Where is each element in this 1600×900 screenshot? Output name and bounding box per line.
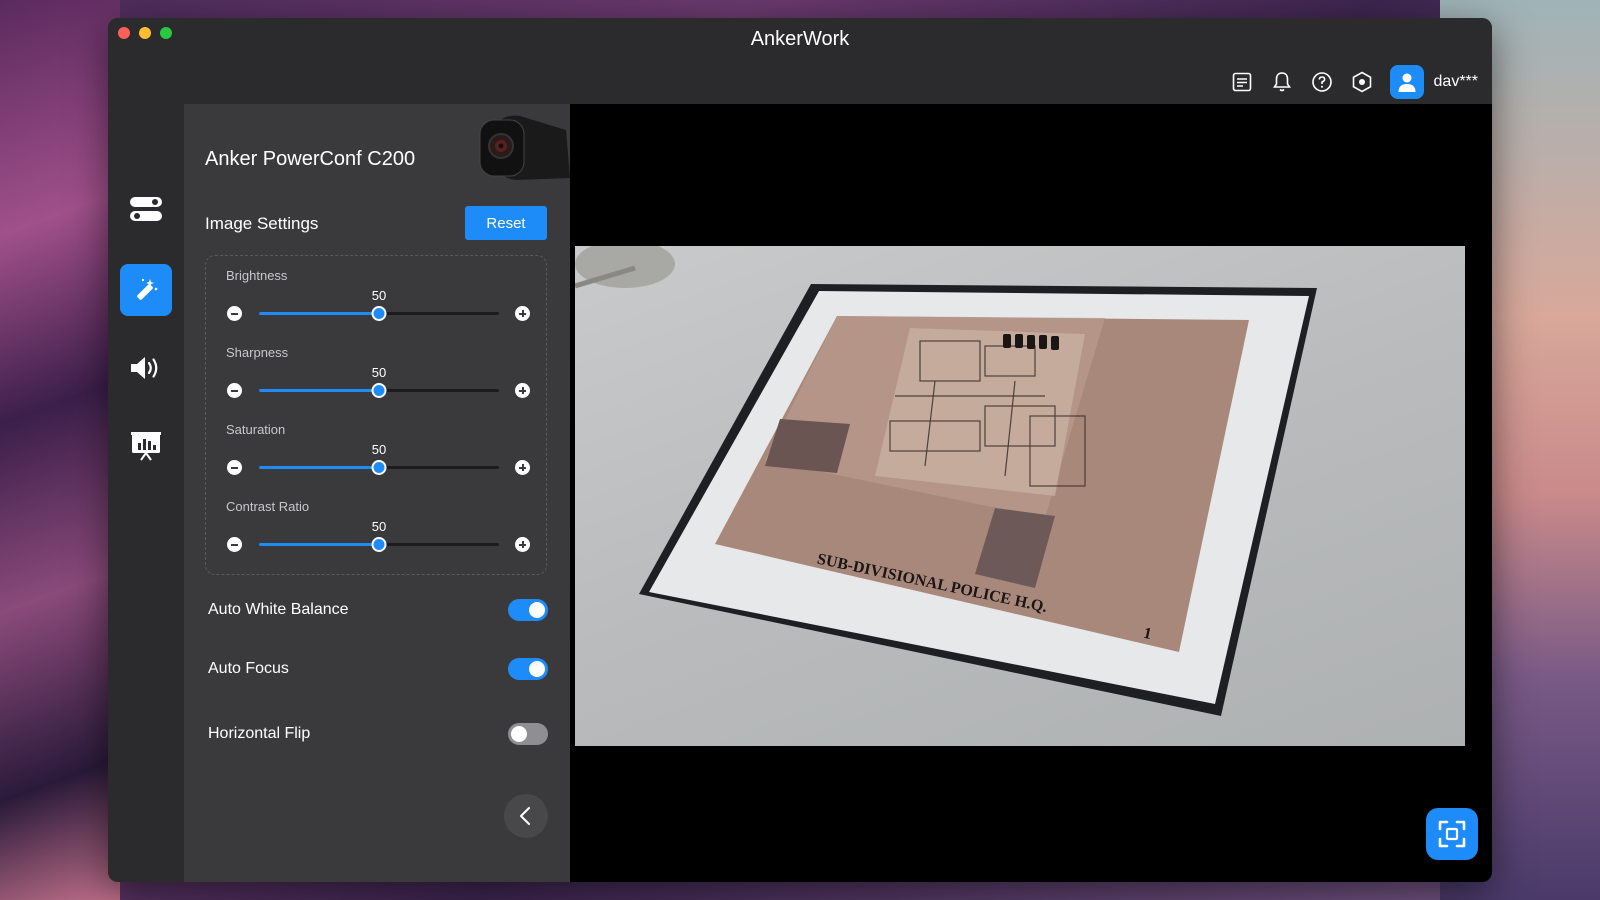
saturation-slider[interactable] (259, 460, 499, 475)
fullscreen-icon (1438, 820, 1466, 848)
slider-label: Saturation (226, 422, 286, 437)
decrease-button[interactable] (227, 537, 242, 552)
help-icon[interactable] (1310, 70, 1334, 94)
increase-button[interactable] (515, 537, 530, 552)
decrease-button[interactable] (227, 383, 242, 398)
speaker-icon (131, 357, 158, 379)
desktop-wallpaper-left (0, 0, 120, 900)
slider-thumb[interactable] (371, 306, 387, 321)
toggles-icon (130, 197, 162, 221)
reset-button[interactable]: Reset (465, 206, 547, 240)
slider-fill (259, 543, 379, 546)
user-avatar[interactable] (1389, 65, 1424, 99)
title-bar: AnkerWork dav*** (108, 18, 1492, 104)
slider-row-sharpness: Sharpness 50 (206, 333, 546, 408)
increase-button[interactable] (515, 306, 530, 321)
toggle-label: Auto Focus (208, 660, 289, 677)
auto-white-balance-toggle[interactable] (508, 599, 548, 621)
framed-floor-plan-image: SUB-DIVISIONAL POLICE H.Q. 1 (575, 246, 1317, 716)
toggle-row-horizontal-flip: Horizontal Flip (208, 721, 548, 751)
increase-button[interactable] (515, 460, 530, 475)
slider-fill (259, 389, 379, 392)
rail-item-presentation[interactable] (120, 420, 172, 472)
bell-icon[interactable] (1270, 70, 1294, 94)
nav-rail (108, 104, 184, 882)
settings-panel: Anker PowerConf C200 Image Settings Rese… (184, 104, 570, 882)
chevron-left-icon (520, 807, 530, 825)
slider-row-saturation: Saturation 50 (206, 410, 546, 485)
contrast-slider[interactable] (259, 537, 499, 552)
slider-label: Brightness (226, 268, 288, 283)
increase-button[interactable] (515, 383, 530, 398)
app-title: AnkerWork (750, 28, 850, 50)
device-name: Anker PowerConf C200 (205, 148, 416, 170)
toggle-label: Horizontal Flip (208, 725, 311, 742)
decrease-button[interactable] (227, 306, 242, 321)
slider-row-contrast: Contrast Ratio 50 (206, 487, 546, 562)
decrease-button[interactable] (227, 460, 242, 475)
video-feed: SUB-DIVISIONAL POLICE H.Q. 1 (575, 246, 1465, 746)
slider-fill (259, 312, 379, 315)
slider-label: Contrast Ratio (226, 499, 310, 514)
toggle-knob (511, 726, 527, 742)
slider-value: 50 (371, 519, 387, 534)
toggle-row-auto-white-balance: Auto White Balance (208, 597, 548, 627)
horizontal-flip-toggle[interactable] (508, 723, 548, 745)
slider-thumb[interactable] (371, 460, 387, 475)
presentation-chart-icon (131, 432, 161, 461)
sharpness-slider[interactable] (259, 383, 499, 398)
sliders-group: Brightness 50 Sharpness 50 Saturation 50… (205, 255, 547, 575)
magic-wand-icon (137, 278, 158, 300)
slider-row-brightness: Brightness 50 (206, 256, 546, 331)
toggle-row-auto-focus: Auto Focus (208, 656, 548, 686)
brightness-slider[interactable] (259, 306, 499, 321)
collapse-panel-button[interactable] (504, 794, 548, 838)
slider-fill (259, 466, 379, 469)
rail-item-audio[interactable] (120, 342, 172, 394)
top-toolbar: dav*** (1230, 64, 1478, 100)
rail-item-image[interactable] (120, 264, 172, 316)
log-icon[interactable] (1230, 70, 1254, 94)
slider-thumb[interactable] (371, 383, 387, 398)
slider-value: 50 (371, 442, 387, 457)
slider-value: 50 (371, 365, 387, 380)
toggle-label: Auto White Balance (208, 601, 349, 618)
slider-label: Sharpness (226, 345, 289, 360)
slider-value: 50 (371, 288, 387, 303)
auto-focus-toggle[interactable] (508, 658, 548, 680)
toggle-knob (529, 661, 545, 677)
settings-hex-icon[interactable] (1350, 70, 1374, 94)
slider-thumb[interactable] (371, 537, 387, 552)
section-title: Image Settings (205, 214, 319, 233)
camera-preview: SUB-DIVISIONAL POLICE H.Q. 1 (570, 104, 1492, 882)
toggle-knob (529, 602, 545, 618)
webcam-image (476, 108, 570, 188)
rail-item-controls[interactable] (120, 183, 172, 235)
username-label[interactable]: dav*** (1434, 73, 1478, 91)
app-window: AnkerWork dav*** Anker PowerConf C200 Im… (108, 18, 1492, 882)
fullscreen-button[interactable] (1426, 808, 1478, 860)
